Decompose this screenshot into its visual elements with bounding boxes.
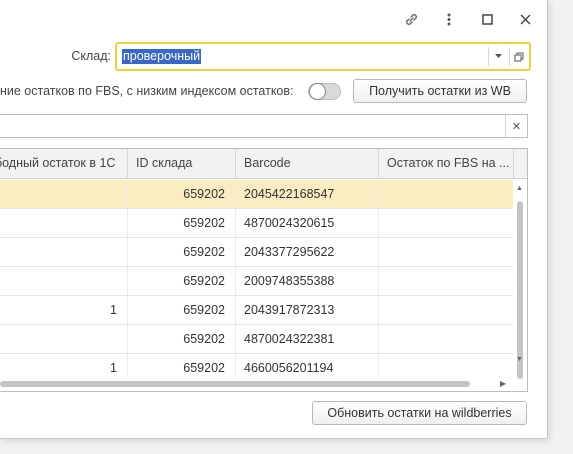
scroll-up-icon[interactable]: ▲ bbox=[516, 185, 523, 192]
cell-free-stock bbox=[0, 180, 128, 209]
column-header-barcode[interactable]: Barcode bbox=[236, 149, 379, 179]
close-icon[interactable] bbox=[517, 10, 533, 28]
cell-warehouse-id: 659202 bbox=[128, 325, 236, 354]
fbs-toggle[interactable] bbox=[308, 83, 341, 100]
vertical-scrollbar[interactable]: ▲ ▼ bbox=[513, 179, 527, 391]
open-window-icon[interactable] bbox=[509, 47, 527, 66]
fbs-filter-label: ние остатков по FBS, с низким индексом о… bbox=[0, 84, 294, 98]
scroll-down-icon[interactable]: ▼ bbox=[516, 356, 523, 363]
link-icon[interactable] bbox=[403, 10, 419, 28]
warehouse-label: Склад: bbox=[71, 49, 111, 63]
more-vertical-icon[interactable] bbox=[441, 10, 457, 28]
column-header-warehouse-id[interactable]: ID склада bbox=[128, 149, 236, 179]
horizontal-scrollbar[interactable]: ▶ bbox=[0, 377, 514, 391]
cell-fbs-stock bbox=[379, 180, 514, 209]
cell-warehouse-id: 659202 bbox=[128, 267, 236, 296]
column-header-fbs-stock[interactable]: Остаток по FBS на ... bbox=[379, 149, 514, 179]
cell-barcode: 4870024322381 bbox=[236, 325, 379, 354]
cell-free-stock bbox=[0, 325, 128, 354]
cell-fbs-stock bbox=[379, 296, 514, 325]
cell-warehouse-id: 659202 bbox=[128, 180, 236, 209]
dropdown-arrow-icon[interactable] bbox=[488, 47, 508, 66]
cell-free-stock bbox=[0, 209, 128, 238]
table-row[interactable]: 659202 2045422168547 bbox=[0, 180, 514, 209]
cell-fbs-stock bbox=[379, 209, 514, 238]
toggle-knob bbox=[309, 83, 326, 100]
clear-icon[interactable]: ✕ bbox=[505, 115, 527, 137]
table-row[interactable]: 659202 2009748355388 bbox=[0, 267, 514, 296]
cell-barcode: 2009748355388 bbox=[236, 267, 379, 296]
warehouse-input[interactable]: проверочный bbox=[115, 42, 531, 71]
search-input[interactable]: ✕ bbox=[0, 114, 528, 138]
update-stock-button[interactable]: Обновить остатки на wildberries bbox=[312, 401, 527, 425]
cell-free-stock: 1 bbox=[0, 296, 128, 325]
scroll-right-icon[interactable]: ▶ bbox=[500, 379, 506, 388]
table-header: ободный остаток в 1С ID склада Barcode О… bbox=[0, 149, 527, 179]
cell-barcode: 2043917872313 bbox=[236, 296, 379, 325]
cell-warehouse-id: 659202 bbox=[128, 296, 236, 325]
table-row[interactable]: 659202 2043377295622 bbox=[0, 238, 514, 267]
cell-warehouse-id: 659202 bbox=[128, 209, 236, 238]
cell-barcode: 2045422168547 bbox=[236, 180, 379, 209]
horizontal-scroll-thumb[interactable] bbox=[0, 381, 470, 387]
table-row[interactable]: 1 659202 2043917872313 bbox=[0, 296, 514, 325]
column-header-free-stock[interactable]: ободный остаток в 1С bbox=[0, 149, 128, 179]
stock-table: ободный остаток в 1С ID склада Barcode О… bbox=[0, 148, 528, 392]
table-row[interactable]: 659202 4870024320615 bbox=[0, 209, 514, 238]
cell-free-stock bbox=[0, 238, 128, 267]
cell-barcode: 2043377295622 bbox=[236, 238, 379, 267]
warehouse-value: проверочный bbox=[122, 49, 202, 64]
dialog-window: Склад: проверочный ние остатков по FBS, … bbox=[0, 0, 548, 439]
cell-barcode: 4870024320615 bbox=[236, 209, 379, 238]
fbs-filter-row: ние остатков по FBS, с низким индексом о… bbox=[0, 78, 548, 106]
titlebar-icons bbox=[403, 10, 533, 28]
vertical-scroll-thumb[interactable] bbox=[517, 201, 523, 379]
cell-fbs-stock bbox=[379, 238, 514, 267]
cell-fbs-stock bbox=[379, 267, 514, 296]
warehouse-row: Склад: проверочный bbox=[0, 42, 548, 72]
cell-warehouse-id: 659202 bbox=[128, 238, 236, 267]
cell-free-stock bbox=[0, 267, 128, 296]
table-row[interactable]: 659202 4870024322381 bbox=[0, 325, 514, 354]
get-stock-button[interactable]: Получить остатки из WB bbox=[353, 79, 527, 103]
cell-fbs-stock bbox=[379, 325, 514, 354]
maximize-icon[interactable] bbox=[479, 10, 495, 28]
